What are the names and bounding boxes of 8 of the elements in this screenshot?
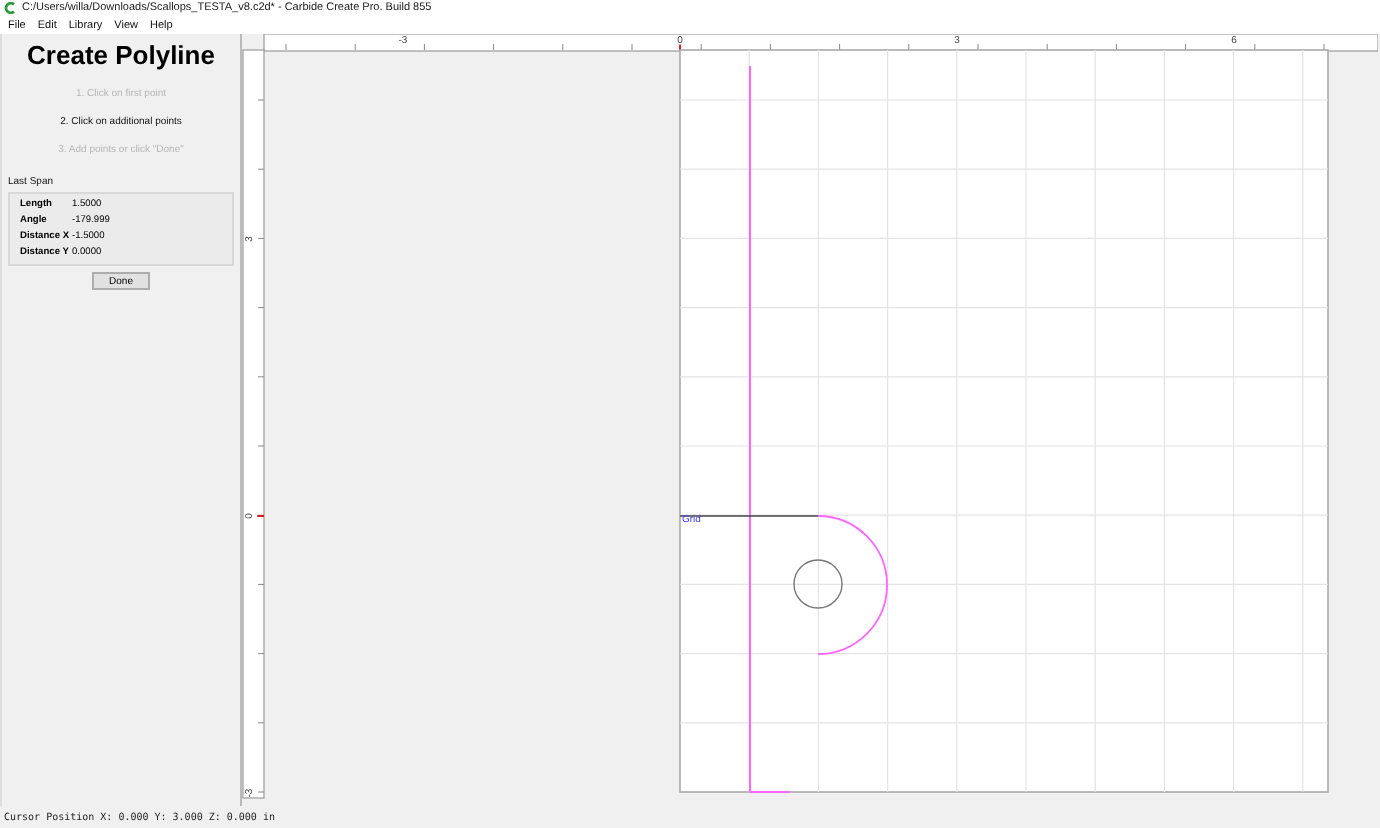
circle-shape [793,559,843,609]
vertical-ruler[interactable] [242,49,265,799]
arc-path [817,515,888,655]
app-logo-icon [4,2,16,14]
polyline-segment [679,515,819,517]
horizontal-ruler[interactable] [263,34,1378,52]
panel-heading: Create Polyline [25,40,217,70]
ruler-origin-marker [257,515,264,517]
